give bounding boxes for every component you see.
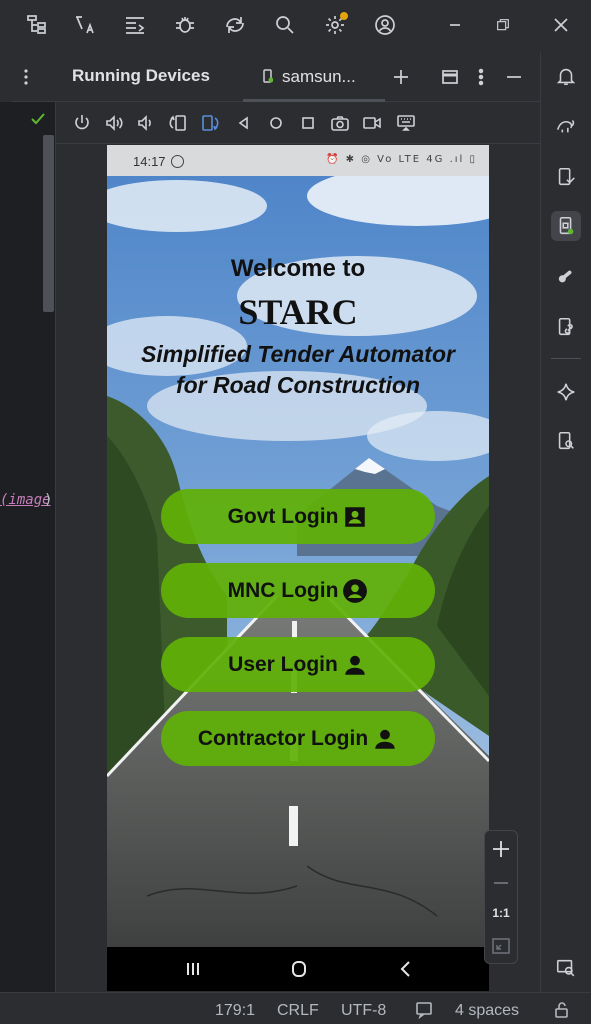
device-sync-icon[interactable] (220, 10, 250, 40)
person-icon (372, 726, 398, 752)
tagline-line-2: for Road Construction (175, 372, 421, 398)
contractor-login-button[interactable]: Contractor Login (161, 711, 435, 766)
mnc-login-button[interactable]: MNC Login (161, 563, 435, 618)
app-inspection-icon[interactable] (551, 426, 581, 456)
check-icon (31, 113, 45, 125)
format-icon[interactable] (120, 10, 150, 40)
project-structure-icon[interactable] (22, 10, 52, 40)
translate-icon[interactable] (70, 10, 100, 40)
editor-menu-area (12, 52, 56, 102)
notifications-icon[interactable] (551, 61, 581, 91)
code-fragment: (image (0, 492, 51, 508)
editor-tab-strip (0, 52, 12, 102)
screen-record-icon[interactable] (362, 113, 382, 133)
window-layout-icon[interactable] (440, 67, 460, 87)
code-paren: ) (44, 492, 53, 508)
person-icon (342, 652, 368, 678)
rotate-left-icon[interactable] (168, 113, 188, 133)
file-encoding[interactable]: UTF-8 (341, 1002, 386, 1020)
welcome-heading: Welcome to (230, 255, 366, 282)
debug-bug-icon[interactable] (170, 10, 200, 40)
govt-login-button[interactable]: Govt Login (161, 489, 435, 544)
app-links-icon[interactable] (551, 312, 581, 342)
account-icon[interactable] (370, 10, 400, 40)
volume-down-icon[interactable] (136, 113, 156, 133)
data-saver-icon (171, 155, 184, 168)
indent-setting[interactable]: 4 spaces (455, 1002, 519, 1020)
back-nav-icon[interactable] (395, 959, 417, 979)
user-login-button[interactable]: User Login (161, 637, 435, 692)
zoom-fit-icon[interactable] (490, 936, 512, 956)
cursor-position[interactable]: 179:1 (215, 1002, 255, 1020)
mnc-login-label: MNC Login (227, 578, 339, 602)
search-icon[interactable] (270, 10, 300, 40)
volume-up-icon[interactable] (104, 113, 124, 133)
back-icon[interactable] (234, 113, 254, 133)
screenshot-icon[interactable] (330, 113, 350, 133)
device-screen[interactable]: 14:17 ⏰ ✱ ◎ Vo LTE 4G .ıl ▯ Welcome to S… (107, 145, 489, 991)
zoom-actual-size[interactable]: 1:1 (484, 906, 518, 920)
tool-strip-divider (551, 358, 581, 359)
recents-nav-icon[interactable] (182, 959, 204, 979)
close-icon[interactable] (546, 10, 576, 40)
account-circle-icon (342, 578, 368, 604)
govt-login-label: Govt Login (227, 504, 339, 528)
home-icon[interactable] (266, 113, 286, 133)
app-name: STARC (238, 292, 358, 332)
home-nav-icon[interactable] (288, 959, 310, 979)
user-login-label: User Login (228, 652, 338, 676)
contractor-login-label: Contractor Login (197, 726, 369, 750)
id-card-icon (342, 504, 368, 530)
gradle-icon[interactable] (551, 111, 581, 141)
tab-label[interactable]: samsun... (282, 67, 356, 87)
keyboard-icon[interactable] (396, 113, 416, 133)
more-options-icon[interactable] (24, 68, 28, 86)
device-manager-icon[interactable] (551, 162, 581, 192)
title-bar (0, 0, 591, 52)
overview-icon[interactable] (298, 113, 318, 133)
power-icon[interactable] (72, 113, 92, 133)
rotate-right-icon[interactable] (200, 113, 220, 133)
status-time: 14:17 (133, 154, 166, 169)
ai-sparkle-icon[interactable] (551, 377, 581, 407)
tagline-line-1: Simplified Tender Automator (141, 341, 455, 367)
add-tab-icon[interactable] (391, 67, 411, 87)
unlock-icon[interactable] (553, 1001, 571, 1019)
minimize-icon[interactable] (440, 10, 470, 40)
settings-gear-icon[interactable] (320, 10, 350, 40)
zoom-out-icon[interactable] (488, 872, 514, 894)
status-icons: ⏰ ✱ ◎ Vo LTE 4G .ıl ▯ (326, 154, 477, 165)
update-badge (340, 12, 348, 20)
right-tool-strip (540, 52, 591, 992)
running-devices-icon[interactable] (551, 211, 581, 241)
layout-inspector-icon[interactable] (551, 953, 581, 983)
panel-title: Running Devices (72, 66, 210, 85)
zoom-in-icon[interactable] (488, 838, 514, 860)
phone-device-icon (263, 69, 273, 83)
gemini-icon[interactable] (551, 262, 581, 292)
panel-options-icon[interactable] (471, 67, 491, 87)
editor-scrollbar[interactable] (43, 135, 54, 312)
restore-icon[interactable] (488, 10, 518, 40)
read-only-toggle-icon[interactable] (415, 1001, 433, 1019)
hide-panel-icon[interactable] (504, 67, 524, 87)
line-ending[interactable]: CRLF (277, 1002, 319, 1020)
